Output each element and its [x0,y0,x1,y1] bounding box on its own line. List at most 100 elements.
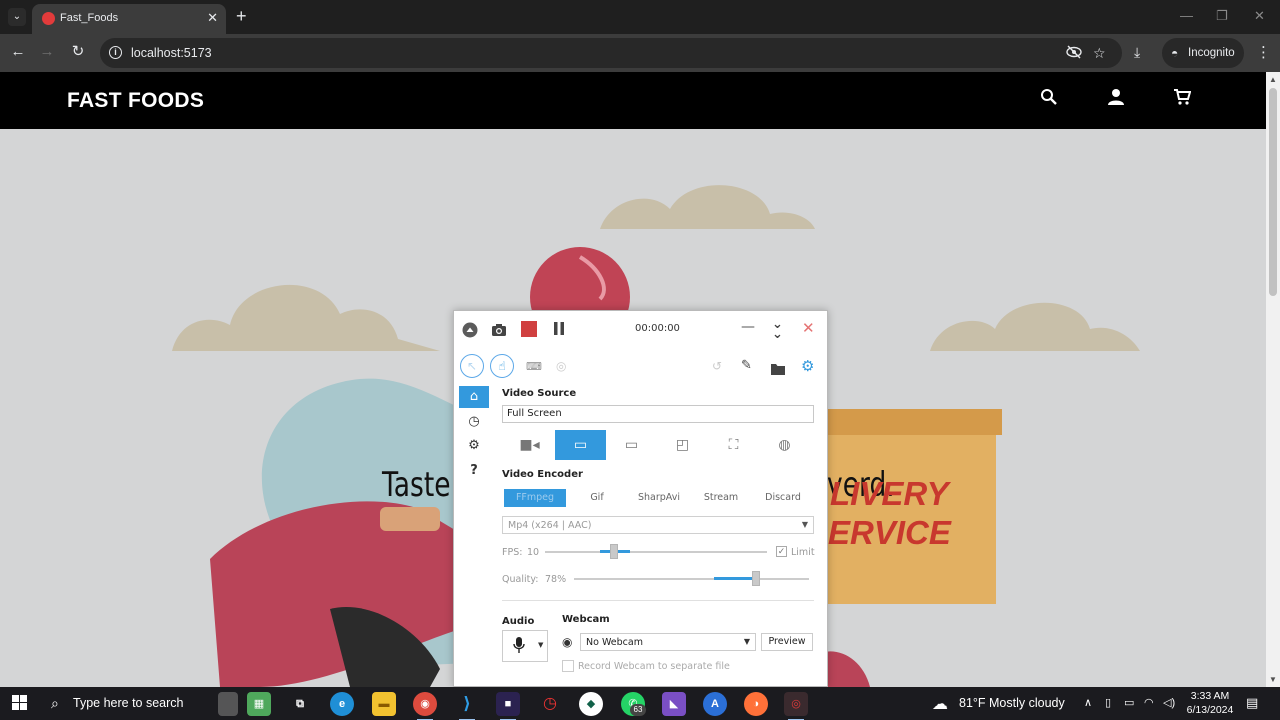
recorder-titlebar[interactable]: 00:00:00 — ⌄ ⌄ ✕ [454,311,827,347]
download-icon[interactable]: ⤓ [1134,44,1140,61]
address-bar[interactable]: i localhost:5173 ☆ [100,38,1122,68]
tab-search-dropdown-icon[interactable]: ⌄ [8,8,26,26]
stop-record-button[interactable] [521,321,537,341]
app-store-icon[interactable]: A [703,692,727,716]
mouse-scroll-icon[interactable]: ◎ [556,359,566,373]
edge-browser-icon[interactable]: e [330,692,354,716]
device-icon[interactable]: ▯ [1105,696,1111,709]
back-arrow-icon[interactable]: ← [8,43,28,61]
tab-gif[interactable]: Gif [566,489,628,507]
browser-toolbar: ← → ↻ i localhost:5173 ☆ ⤓ ◓ Incognito ⋮ [0,34,1280,72]
separate-file-label: Record Webcam to separate file [578,661,730,672]
tray-overflow-chevron-icon[interactable]: ∧ [1084,696,1092,709]
volume-icon[interactable]: ◁) [1163,696,1175,709]
eye-off-icon[interactable] [1066,45,1082,62]
recorder-minimize-button[interactable]: — [741,319,755,335]
account-icon[interactable] [1107,88,1125,111]
quality-slider-thumb[interactable] [752,571,760,586]
scroll-up-icon[interactable]: ▲ [1269,75,1277,84]
chrome-browser-icon[interactable]: ◉ [413,692,437,720]
reload-icon[interactable]: ↻ [68,43,88,61]
site-info-icon[interactable]: i [109,46,122,59]
brush-icon[interactable]: ✎ [741,358,752,373]
collapse-up-icon[interactable] [462,322,478,342]
fps-slider-track[interactable] [545,551,767,553]
taskbar-clock[interactable]: 3:33 AM 6/13/2024 [1186,689,1234,717]
new-tab-button[interactable]: + [236,7,247,25]
site-brand[interactable]: FAST FOODS [67,89,204,113]
wifi-icon[interactable]: ◠ [1144,696,1154,709]
incognito-icon: ◓ [1171,46,1179,60]
side-settings-icon[interactable]: ⚙ [459,435,489,457]
window-restore-button[interactable]: ❐ [1216,8,1228,24]
quality-label: Quality: [502,574,539,585]
region-source-icon[interactable]: ⛶ [708,430,759,460]
weather-text[interactable]: 81°F Mostly cloudy [959,696,1065,710]
tab-discard[interactable]: Discard [752,489,814,507]
click-hand-icon[interactable]: ☝ [490,354,514,378]
scroll-down-icon[interactable]: ▼ [1269,675,1277,684]
maps-app-icon[interactable]: ▦ [247,692,271,716]
pause-button[interactable] [552,321,566,340]
window-minimize-button[interactable]: — [1180,8,1193,23]
recorder-toolbar: ↖ ☝ ⌨ ◎ ↺ ✎ ⚙ [454,351,827,381]
scroll-thumb[interactable] [1269,88,1277,296]
browser-menu-icon[interactable]: ⋮ [1256,43,1271,61]
fps-label: FPS: [502,547,523,558]
format-dropdown[interactable]: Mp4 (x264 | AAC) ▼ [502,516,814,534]
whatsapp-unread-badge: 63 [630,704,646,716]
task-view-icon[interactable]: ⧉ [288,692,312,716]
fps-slider-thumb[interactable] [610,544,618,559]
fullscreen-source-icon[interactable]: ▭ [555,430,606,460]
page-scrollbar[interactable]: ▲ ▼ [1266,72,1280,687]
jetbrains-ide-icon[interactable]: ■ [496,692,520,720]
folder-icon[interactable] [771,360,785,379]
notification-center-icon[interactable]: ▤ [1246,695,1258,711]
history-icon[interactable]: ◷ [459,411,489,433]
taskbar-search-box[interactable]: ⌕ Type here to search [40,687,240,720]
quality-slider-track[interactable] [574,578,809,580]
recorder-close-button[interactable]: ✕ [802,319,815,337]
visual-studio-icon[interactable]: ◣ [662,692,686,716]
browser-tab[interactable]: Fast_Foods ✕ [32,4,226,34]
window-close-button[interactable]: ✕ [1254,8,1265,24]
keyboard-icon[interactable]: ⌨ [526,360,542,373]
webcam-source-icon[interactable]: ■◂ [504,430,555,460]
cursor-icon[interactable]: ↖ [460,354,484,378]
webcam-dropdown[interactable]: No Webcam ▼ [580,633,756,651]
battery-icon[interactable]: ▭ [1124,696,1134,709]
firefox-icon[interactable]: ◑ [744,692,768,716]
limit-checkbox[interactable]: ✓ [776,546,787,557]
loop-icon[interactable]: ↺ [712,359,722,373]
mongodb-compass-icon[interactable]: ◆ [579,692,603,716]
url-text[interactable]: localhost:5173 [131,46,212,60]
audio-source-button[interactable]: ▼ [502,630,548,662]
home-icon[interactable]: ⌂ [459,386,489,408]
monitor-source-icon[interactable]: ▭ [606,430,657,460]
settings-gear-icon[interactable]: ⚙ [801,357,814,375]
clock-app-icon[interactable]: ◷ [538,692,562,716]
separate-file-checkbox[interactable] [562,660,574,672]
screenshot-camera-icon[interactable] [491,322,507,341]
forward-arrow-icon[interactable]: → [37,43,57,61]
vscode-icon[interactable]: ⟩ [455,692,479,720]
luggage-app-icon[interactable] [218,692,238,716]
webcam-preview-button[interactable]: Preview [761,633,813,651]
tab-stream[interactable]: Stream [690,489,752,507]
incognito-indicator[interactable]: ◓ Incognito [1162,38,1244,68]
screen-recorder-taskbar-icon[interactable]: ◎ [784,692,808,720]
window-source-icon[interactable]: ◰ [657,430,708,460]
double-chevron-down-icon[interactable]: ⌄ ⌄ [772,318,783,341]
bookmark-star-icon[interactable]: ☆ [1093,45,1106,61]
tab-sharpavi[interactable]: SharpAvi [628,489,690,507]
gamepad-source-icon[interactable]: ◍ [759,430,810,460]
file-explorer-icon[interactable]: ▬ [372,692,396,716]
help-icon[interactable]: ? [459,460,489,482]
windows-start-icon[interactable] [12,695,28,711]
quality-value: 78% [545,574,567,585]
cart-icon[interactable] [1173,88,1192,111]
search-icon[interactable] [1040,88,1058,111]
video-source-field[interactable]: Full Screen [502,405,814,423]
tab-ffmpeg[interactable]: FFmpeg [504,489,566,507]
tab-close-icon[interactable]: ✕ [207,10,218,26]
